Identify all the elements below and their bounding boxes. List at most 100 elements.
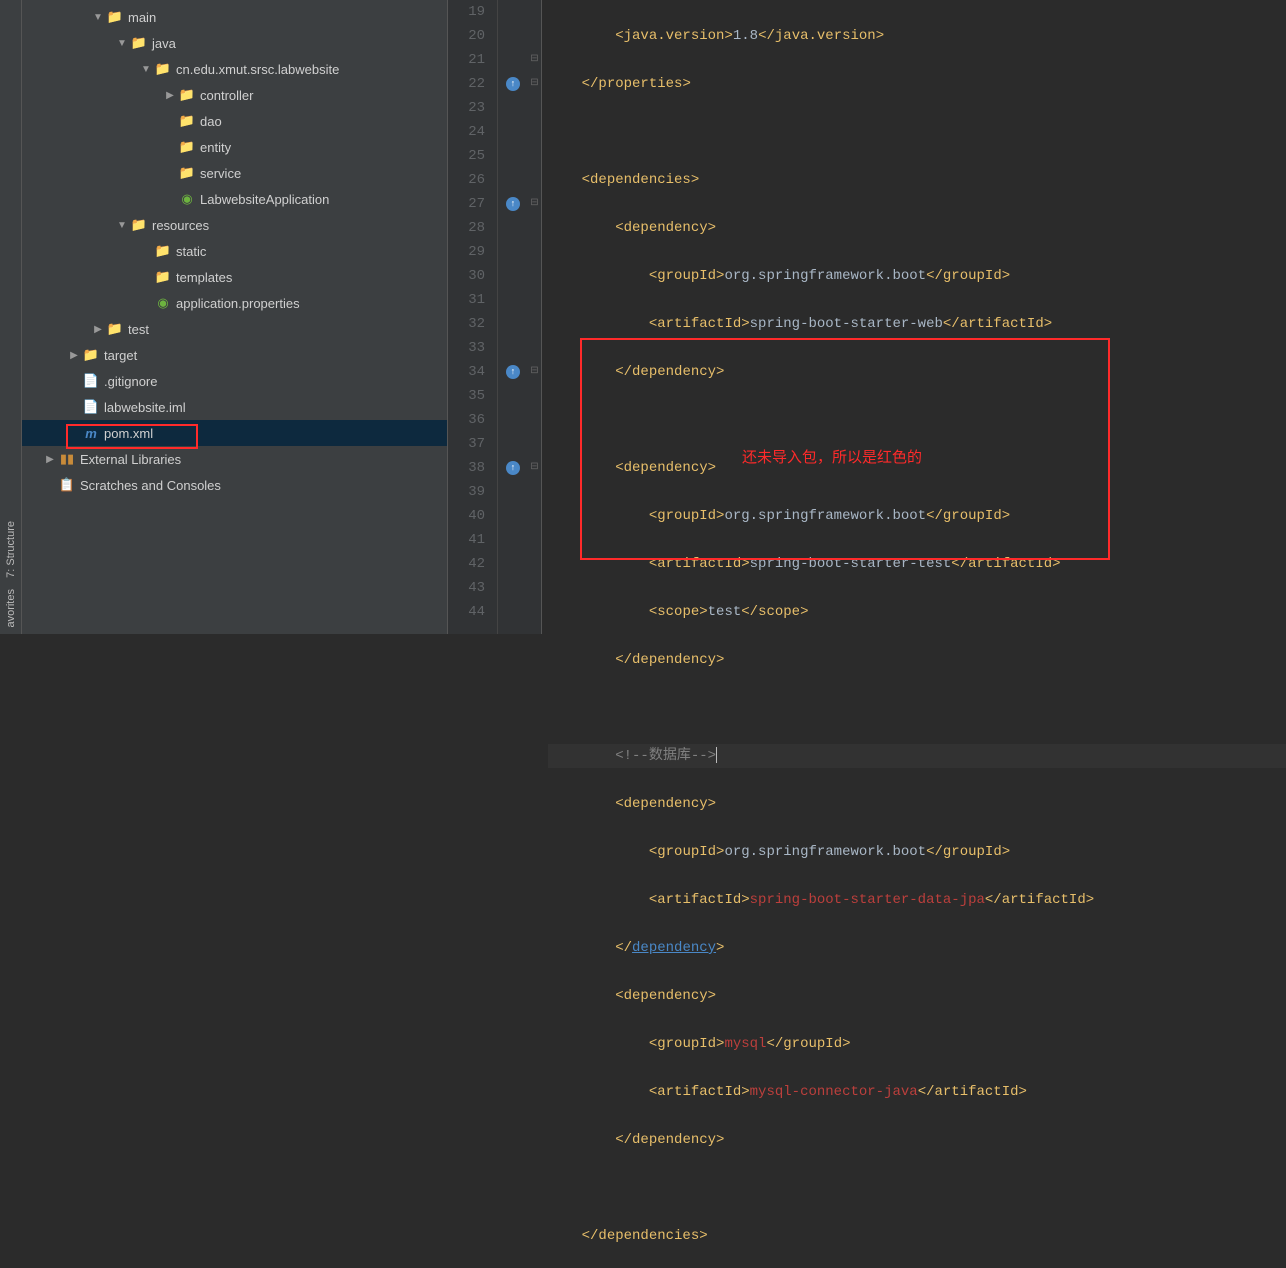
tree-label: main (128, 10, 156, 25)
tree-node-static[interactable]: 📁 static (22, 238, 447, 264)
code-line (548, 408, 1286, 432)
line-number: 40 (448, 504, 485, 528)
chevron-right-icon: ▶ (162, 90, 178, 101)
folder-icon: 📁 (106, 321, 124, 337)
line-number: 43 (448, 576, 485, 600)
code-line: <artifactId>mysql-connector-java</artifa… (548, 1080, 1286, 1104)
line-number: 34 (448, 360, 485, 384)
tree-node-resources[interactable]: ▼ 📁 resources (22, 212, 447, 238)
chevron-down-icon: ▼ (90, 12, 106, 23)
fold-gutter[interactable]: ⊟⊟ ⊟ ⊟⊟ (528, 0, 542, 634)
line-number: 23 (448, 96, 485, 120)
code-line: <dependency> (548, 216, 1286, 240)
override-marker-icon[interactable]: ↑ (506, 77, 520, 91)
line-number: 35 (448, 384, 485, 408)
folder-icon: 📁 (154, 243, 172, 259)
tree-label: entity (200, 140, 231, 155)
line-number: 33 (448, 336, 485, 360)
line-number: 41 (448, 528, 485, 552)
tree-node-app-class[interactable]: ◉ LabwebsiteApplication (22, 186, 447, 212)
text-cursor (716, 747, 717, 763)
line-number: 36 (448, 408, 485, 432)
package-icon: 📁 (178, 87, 196, 103)
code-line: <java.version>1.8</java.version> (548, 24, 1286, 48)
line-number: 38 (448, 456, 485, 480)
code-line: </properties> (548, 72, 1286, 96)
tree-node-target[interactable]: ▶ 📁 target (22, 342, 447, 368)
tree-label: External Libraries (80, 452, 181, 467)
chevron-down-icon: ▼ (138, 64, 154, 75)
tree-node-main[interactable]: ▼ 📁 main (22, 4, 447, 30)
line-number: 29 (448, 240, 485, 264)
code-line: </dependencies> (548, 1224, 1286, 1248)
tree-node-package[interactable]: ▼ 📁 cn.edu.xmut.srsc.labwebsite (22, 56, 447, 82)
override-marker-icon[interactable]: ↑ (506, 461, 520, 475)
code-line: </dependency> (548, 1128, 1286, 1152)
line-number: 31 (448, 288, 485, 312)
tree-label: target (104, 348, 137, 363)
code-line: <groupId>org.springframework.boot</group… (548, 840, 1286, 864)
tree-node-controller[interactable]: ▶ 📁 controller (22, 82, 447, 108)
code-line: <dependency> (548, 984, 1286, 1008)
chevron-down-icon: ▼ (114, 38, 130, 49)
tree-label: application.properties (176, 296, 300, 311)
tree-label: java (152, 36, 176, 51)
gutter-markers: ↑ ↑ ↑ ↑ (498, 0, 528, 634)
annotation-text: 还未导入包，所以是红色的 (742, 446, 922, 470)
annotation-box-pom (66, 424, 198, 449)
override-marker-icon[interactable]: ↑ (506, 197, 520, 211)
code-editor[interactable]: 19 20 21 22 23 24 25 26 27 28 29 30 31 3… (448, 0, 1286, 634)
tree-node-templates[interactable]: 📁 templates (22, 264, 447, 290)
tree-node-java[interactable]: ▼ 📁 java (22, 30, 447, 56)
line-number: 32 (448, 312, 485, 336)
line-number-gutter: 19 20 21 22 23 24 25 26 27 28 29 30 31 3… (448, 0, 498, 634)
override-marker-icon[interactable]: ↑ (506, 365, 520, 379)
folder-icon: 📁 (106, 9, 124, 25)
code-line (548, 120, 1286, 144)
spring-boot-icon: ◉ (178, 191, 196, 207)
tree-label: templates (176, 270, 232, 285)
tree-node-entity[interactable]: 📁 entity (22, 134, 447, 160)
line-number: 26 (448, 168, 485, 192)
tree-label: .gitignore (104, 374, 157, 389)
tree-node-iml[interactable]: 📄 labwebsite.iml (22, 394, 447, 420)
chevron-down-icon: ▼ (114, 220, 130, 231)
favorites-tab[interactable]: avorites (3, 583, 19, 634)
tree-label: test (128, 322, 149, 337)
target-folder-icon: 📁 (82, 347, 100, 363)
tree-node-service[interactable]: 📁 service (22, 160, 447, 186)
tree-node-external-libraries[interactable]: ▶ ▮▮ External Libraries (22, 446, 447, 472)
tree-node-gitignore[interactable]: 📄 .gitignore (22, 368, 447, 394)
tree-label: controller (200, 88, 253, 103)
package-icon: 📁 (154, 61, 172, 77)
code-line-current: <!--数据库--> (548, 744, 1286, 768)
code-line: <artifactId>spring-boot-starter-data-jpa… (548, 888, 1286, 912)
tree-node-dao[interactable]: 📁 dao (22, 108, 447, 134)
library-icon: ▮▮ (58, 451, 76, 467)
folder-icon: 📁 (154, 269, 172, 285)
code-line: <artifactId>spring-boot-starter-test</ar… (548, 552, 1286, 576)
code-area[interactable]: <java.version>1.8</java.version> </prope… (542, 0, 1286, 634)
code-line (548, 696, 1286, 720)
tree-node-appprops[interactable]: ◉ application.properties (22, 290, 447, 316)
scratch-icon: 📋 (58, 477, 76, 493)
package-icon: 📁 (178, 139, 196, 155)
tree-label: LabwebsiteApplication (200, 192, 329, 207)
tree-label: service (200, 166, 241, 181)
tree-node-scratches[interactable]: 📋 Scratches and Consoles (22, 472, 447, 498)
line-number: 22 (448, 72, 485, 96)
structure-tab[interactable]: 7: Structure (3, 515, 19, 584)
code-line: </dependency> (548, 648, 1286, 672)
project-tree[interactable]: ▼ 📁 main ▼ 📁 java ▼ 📁 cn.edu.xmut.srsc.l… (22, 0, 448, 634)
tree-node-test[interactable]: ▶ 📁 test (22, 316, 447, 342)
chevron-right-icon: ▶ (90, 324, 106, 335)
code-line (548, 1176, 1286, 1200)
package-icon: 📁 (178, 113, 196, 129)
tree-label: cn.edu.xmut.srsc.labwebsite (176, 62, 339, 77)
line-number: 19 (448, 0, 485, 24)
line-number: 42 (448, 552, 485, 576)
line-number: 28 (448, 216, 485, 240)
line-number: 39 (448, 480, 485, 504)
code-line: </dependency> (548, 360, 1286, 384)
line-number: 44 (448, 600, 485, 624)
